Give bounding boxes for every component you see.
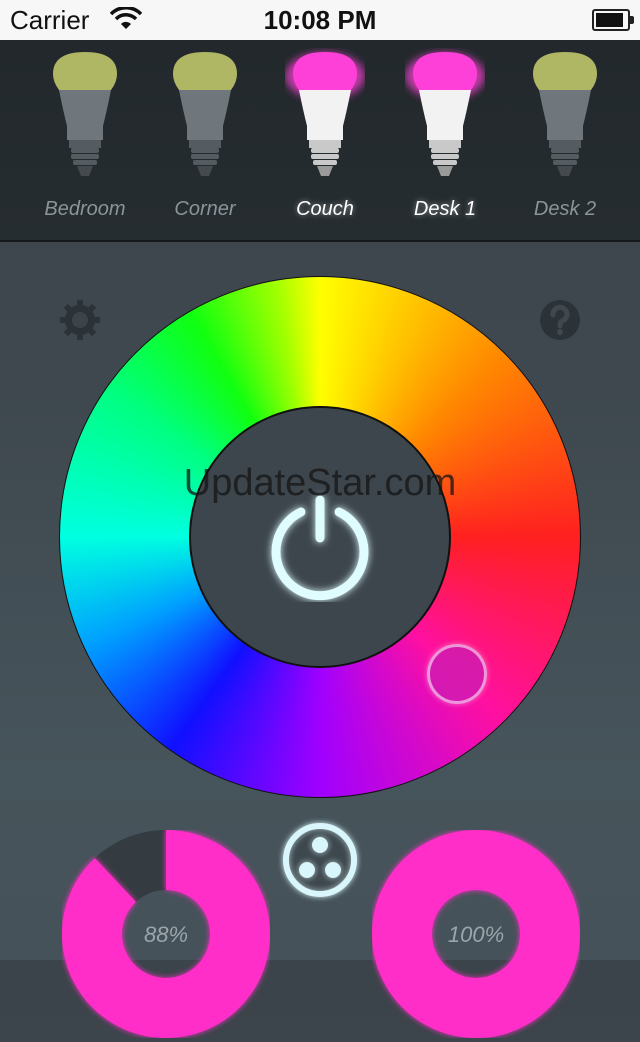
saturation-label: 100% <box>447 922 505 947</box>
color-wheel[interactable] <box>59 276 581 798</box>
bulb-corner[interactable]: Corner <box>145 40 265 240</box>
bulb-label: Bedroom <box>44 198 126 220</box>
color-selector-handle[interactable] <box>427 644 487 704</box>
bulb-label: Desk 1 <box>413 198 477 220</box>
bulb-desk-1[interactable]: Desk 1 <box>385 40 505 240</box>
bulb-label: Desk 2 <box>533 198 597 220</box>
battery-icon <box>592 9 634 31</box>
clock: 10:08 PM <box>263 5 377 35</box>
bulb-icon <box>173 52 237 176</box>
watermark: UpdateStar.com <box>183 462 457 504</box>
bulb-label: Corner <box>174 198 236 220</box>
bulb-icon <box>405 52 485 176</box>
bulb-icon <box>285 52 365 176</box>
bulb-selector: Bedroom Corner Couch Desk 1 Desk 2 <box>0 40 640 242</box>
brightness-label: 88% <box>143 922 189 947</box>
power-icon[interactable] <box>263 488 377 602</box>
bulb-couch[interactable]: Couch <box>265 40 385 240</box>
bulb-label: Couch <box>296 198 354 220</box>
bulb-bedroom[interactable]: Bedroom <box>25 40 145 240</box>
bulb-icon <box>53 52 117 176</box>
bulb-icon <box>533 52 597 176</box>
battery-level <box>596 13 623 27</box>
scenes-icon[interactable] <box>278 818 362 902</box>
status-bar: Carrier 10:08 PM <box>0 0 640 40</box>
bulb-desk-2[interactable]: Desk 2 <box>505 40 625 240</box>
